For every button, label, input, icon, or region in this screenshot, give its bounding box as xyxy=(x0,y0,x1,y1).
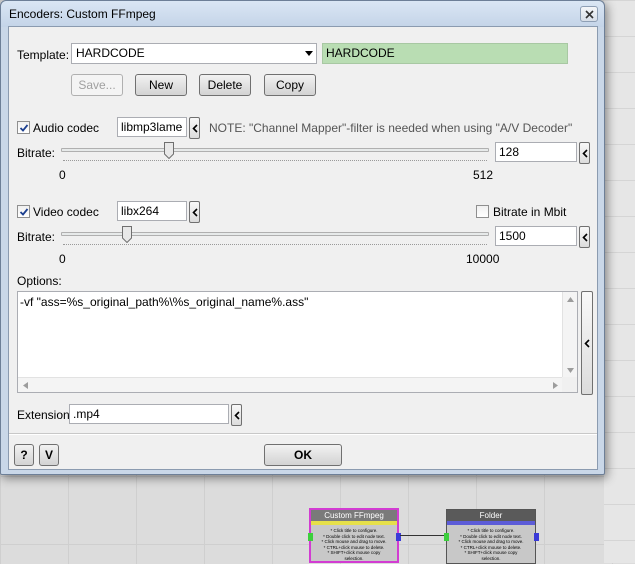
chevron-left-icon xyxy=(233,410,240,420)
chevron-left-icon xyxy=(581,148,588,158)
vertical-scrollbar[interactable] xyxy=(562,292,577,378)
save-button[interactable]: Save... xyxy=(71,74,123,96)
window-title: Encoders: Custom FFmpeg xyxy=(9,7,156,21)
audio-bitrate-picker-button[interactable] xyxy=(579,142,590,164)
video-bitrate-min: 0 xyxy=(59,252,66,266)
close-icon xyxy=(584,9,594,19)
audio-bitrate-slider-thumb[interactable] xyxy=(164,142,174,159)
video-codec-checkbox[interactable] xyxy=(17,205,30,218)
audio-bitrate-ticks xyxy=(63,160,487,161)
close-button[interactable] xyxy=(580,6,598,22)
options-text: -vf "ass=%s_original_path%\%s_original_n… xyxy=(20,295,309,309)
video-bitrate-max: 10000 xyxy=(466,252,500,266)
bitrate-mbit-label[interactable]: Bitrate in Mbit xyxy=(493,205,566,219)
copy-button[interactable]: Copy xyxy=(264,74,316,96)
chevron-down-icon xyxy=(305,51,313,56)
audio-bitrate-label: Bitrate: xyxy=(17,146,56,160)
video-bitrate-slider-thumb[interactable] xyxy=(121,226,132,243)
extension-label: Extension: xyxy=(17,408,74,422)
audio-codec-checkbox[interactable] xyxy=(17,121,30,134)
extension-field[interactable]: .mp4 xyxy=(69,404,229,424)
chevron-left-icon xyxy=(191,207,198,217)
delete-button[interactable]: Delete xyxy=(199,74,251,96)
dialog-client-area: Template: HARDCODE HARDCODE Save... New … xyxy=(8,26,598,470)
options-textarea[interactable]: -vf "ass=%s_original_path%\%s_original_n… xyxy=(17,291,578,393)
node-help-line: * Click mouse and drag to move. xyxy=(321,539,387,544)
video-codec-field[interactable]: libx264 xyxy=(117,201,187,221)
encoder-dialog: Encoders: Custom FFmpeg Template: HARDCO… xyxy=(0,0,605,475)
ok-button[interactable]: OK xyxy=(264,444,342,466)
audio-codec-label[interactable]: Audio codec xyxy=(33,121,99,135)
chevron-left-icon xyxy=(581,232,588,242)
background-canvas-strip xyxy=(604,0,635,563)
help-button[interactable]: ? xyxy=(14,444,34,466)
audio-bitrate-slider-track[interactable] xyxy=(61,148,489,152)
v-button[interactable]: V xyxy=(39,444,59,466)
template-label: Template: xyxy=(17,48,70,62)
new-button[interactable]: New xyxy=(135,74,187,96)
title-bar[interactable]: Encoders: Custom FFmpeg xyxy=(1,1,604,27)
checkmark-icon xyxy=(19,207,28,216)
connection-line xyxy=(400,535,447,536)
bitrate-mbit-checkbox[interactable] xyxy=(476,205,489,218)
template-select[interactable]: HARDCODE xyxy=(71,43,317,64)
options-picker-button[interactable] xyxy=(581,291,593,395)
node-help-text: * Click title to configure. * Double cli… xyxy=(447,525,535,561)
node-custom-ffmpeg[interactable]: Custom FFmpeg * Click title to configure… xyxy=(308,508,401,563)
video-bitrate-picker-button[interactable] xyxy=(579,226,590,248)
audio-bitrate-field[interactable]: 128 xyxy=(495,142,577,162)
footer-separator xyxy=(9,433,597,435)
node-help-line: selection. xyxy=(344,555,364,561)
extension-picker-button[interactable] xyxy=(231,404,242,426)
video-bitrate-label: Bitrate: xyxy=(17,230,56,244)
template-select-value: HARDCODE xyxy=(76,46,145,60)
video-codec-picker-button[interactable] xyxy=(189,201,200,223)
node-help-line: * Click mouse and drag to move. xyxy=(458,539,524,544)
node-folder[interactable]: Folder * Click title to configure. * Dou… xyxy=(444,509,539,564)
scroll-right-icon[interactable] xyxy=(553,382,558,389)
video-bitrate-field[interactable]: 1500 xyxy=(495,226,577,246)
input-port[interactable] xyxy=(308,533,313,541)
template-name-field[interactable]: HARDCODE xyxy=(322,43,568,64)
node-title[interactable]: Folder xyxy=(447,510,535,521)
channel-mapper-note: NOTE: "Channel Mapper"-filter is needed … xyxy=(209,121,573,135)
scroll-left-icon[interactable] xyxy=(23,382,28,389)
scroll-down-icon[interactable] xyxy=(567,368,574,373)
input-port[interactable] xyxy=(444,533,449,541)
output-port[interactable] xyxy=(534,533,539,541)
video-bitrate-ticks xyxy=(63,244,487,245)
node-title[interactable]: Custom FFmpeg xyxy=(311,510,397,521)
scroll-up-icon[interactable] xyxy=(567,297,574,302)
chevron-left-icon xyxy=(584,338,590,348)
scrollbar-corner xyxy=(562,377,577,392)
checkmark-icon xyxy=(19,123,28,132)
chevron-left-icon xyxy=(191,123,198,133)
node-help-line: selection. xyxy=(481,555,501,561)
audio-bitrate-min: 0 xyxy=(59,168,66,182)
audio-bitrate-max: 512 xyxy=(473,168,494,182)
audio-codec-picker-button[interactable] xyxy=(189,117,200,139)
node-help-text: * Click title to configure. * Double cli… xyxy=(311,525,397,561)
video-codec-label[interactable]: Video codec xyxy=(33,205,99,219)
audio-codec-field[interactable]: libmp3lame xyxy=(117,117,187,137)
horizontal-scrollbar[interactable] xyxy=(18,377,563,392)
options-label: Options: xyxy=(17,274,62,288)
